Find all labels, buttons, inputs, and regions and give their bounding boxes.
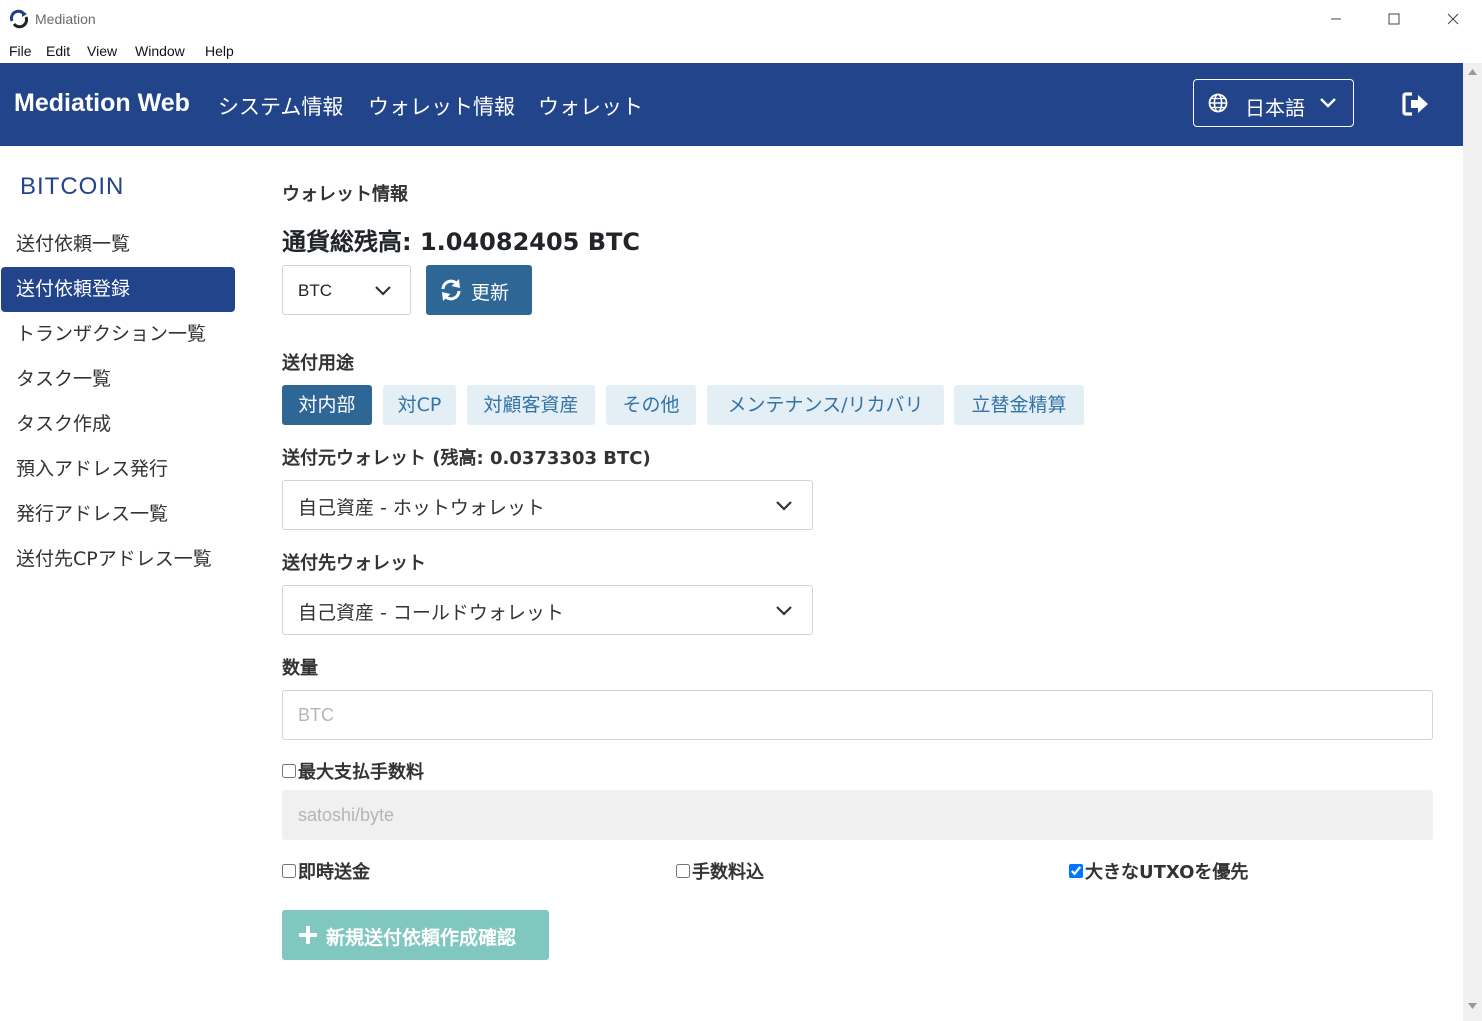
source-wallet-value: 自己資産 - ホットウォレット	[298, 497, 545, 519]
chevron-down-icon	[1320, 98, 1336, 108]
nav-wallet-info[interactable]: ウォレット情報	[368, 91, 515, 121]
language-label: 日本語	[1245, 96, 1305, 120]
max-fee-checkbox[interactable]	[282, 764, 296, 778]
sidebar-item-send-request-list[interactable]: 送付依頼一覧	[1, 222, 235, 267]
dest-wallet-value: 自己資産 - コールドウォレット	[298, 602, 564, 624]
purpose-label: 送付用途	[282, 353, 354, 374]
amount-input[interactable]	[282, 690, 1433, 740]
language-dropdown[interactable]: 日本語	[1193, 79, 1354, 127]
total-balance: 通貨総残高: 1.04082405 BTC	[282, 228, 640, 256]
instant-send-label: 即時送金	[298, 862, 370, 883]
source-wallet-label: 送付元ウォレット (残高: 0.0373303 BTC)	[282, 448, 651, 469]
menu-view[interactable]: View	[87, 43, 117, 59]
menu-window[interactable]: Window	[135, 43, 185, 59]
sidebar-item-deposit-address-issue[interactable]: 預入アドレス発行	[1, 447, 235, 492]
sidebar-item-task-create[interactable]: タスク作成	[1, 402, 235, 447]
sidebar: BITCOIN 送付依頼一覧 送付依頼登録 トランザクション一覧 タスク一覧 タ…	[0, 146, 245, 1021]
purpose-advance-settlement-button[interactable]: 立替金精算	[954, 385, 1084, 425]
minimize-button[interactable]	[1307, 0, 1365, 38]
menu-file[interactable]: File	[9, 43, 32, 59]
window-title: Mediation	[35, 11, 96, 27]
instant-send-checkbox-row[interactable]: 即時送金	[282, 858, 370, 884]
sidebar-item-task-list[interactable]: タスク一覧	[1, 357, 235, 402]
fee-included-checkbox-row[interactable]: 手数料込	[676, 858, 764, 884]
maximize-icon	[1388, 13, 1400, 25]
close-icon	[1447, 13, 1459, 25]
menu-edit[interactable]: Edit	[46, 43, 70, 59]
chevron-down-icon	[375, 286, 391, 296]
max-fee-input[interactable]	[282, 790, 1433, 840]
fee-included-label: 手数料込	[692, 862, 764, 883]
prefer-large-utxo-checkbox-row[interactable]: 大きなUTXOを優先	[1069, 858, 1248, 884]
globe-icon	[1208, 93, 1228, 113]
minimize-icon	[1331, 18, 1341, 20]
vertical-scrollbar[interactable]	[1463, 63, 1482, 1021]
dest-wallet-select[interactable]: 自己資産 - コールドウォレット	[282, 585, 813, 635]
menu-bar: File Edit View Window Help	[0, 38, 1482, 63]
section-title: ウォレット情報	[282, 184, 408, 205]
sidebar-item-send-request-register[interactable]: 送付依頼登録	[1, 267, 235, 312]
dest-wallet-label: 送付先ウォレット	[282, 553, 426, 574]
max-fee-label: 最大支払手数料	[298, 762, 424, 783]
sidebar-item-issued-address-list[interactable]: 発行アドレス一覧	[1, 492, 235, 537]
purpose-maintenance-button[interactable]: メンテナンス/リカバリ	[707, 385, 944, 425]
prefer-large-utxo-label: 大きなUTXOを優先	[1085, 862, 1249, 883]
purpose-other-button[interactable]: その他	[606, 385, 696, 425]
app-logo-icon	[9, 9, 29, 29]
max-fee-checkbox-row[interactable]: 最大支払手数料	[282, 758, 424, 784]
prefer-large-utxo-checkbox[interactable]	[1069, 864, 1083, 878]
purpose-cp-button[interactable]: 対CP	[383, 385, 456, 425]
refresh-icon	[441, 279, 461, 301]
window-titlebar: Mediation	[0, 0, 1482, 38]
chevron-down-icon	[776, 501, 792, 511]
nav-system-info[interactable]: システム情報	[218, 91, 343, 121]
fee-included-checkbox[interactable]	[676, 864, 690, 878]
menu-help[interactable]: Help	[205, 43, 234, 59]
refresh-button[interactable]: 更新	[426, 265, 532, 315]
create-send-request-label: 新規送付依頼作成確認	[326, 927, 517, 949]
sidebar-title: BITCOIN	[20, 173, 125, 200]
maximize-button[interactable]	[1365, 0, 1423, 38]
main-content: ウォレット情報 通貨総残高: 1.04082405 BTC BTC 更新 送付用…	[282, 146, 1433, 1021]
scroll-up-icon[interactable]	[1468, 69, 1477, 75]
create-send-request-button[interactable]: 新規送付依頼作成確認	[282, 910, 549, 960]
purpose-internal-button[interactable]: 対内部	[282, 385, 372, 425]
purpose-customer-asset-button[interactable]: 対顧客資産	[467, 385, 595, 425]
currency-select[interactable]: BTC	[282, 265, 411, 315]
nav-wallet[interactable]: ウォレット	[538, 91, 643, 121]
refresh-label: 更新	[471, 282, 510, 304]
top-navbar: Mediation Web システム情報 ウォレット情報 ウォレット 日本語	[0, 63, 1463, 146]
instant-send-checkbox[interactable]	[282, 864, 296, 878]
close-button[interactable]	[1424, 0, 1482, 38]
chevron-down-icon	[776, 606, 792, 616]
currency-value: BTC	[298, 281, 332, 300]
source-wallet-select[interactable]: 自己資産 - ホットウォレット	[282, 480, 813, 530]
plus-icon	[299, 926, 317, 944]
sidebar-item-cp-address-list[interactable]: 送付先CPアドレス一覧	[1, 537, 235, 582]
amount-label: 数量	[282, 658, 318, 679]
brand-title[interactable]: Mediation Web	[14, 89, 190, 118]
sidebar-item-transaction-list[interactable]: トランザクション一覧	[1, 312, 235, 357]
scroll-down-icon[interactable]	[1468, 1003, 1477, 1009]
logout-icon[interactable]	[1402, 91, 1430, 117]
